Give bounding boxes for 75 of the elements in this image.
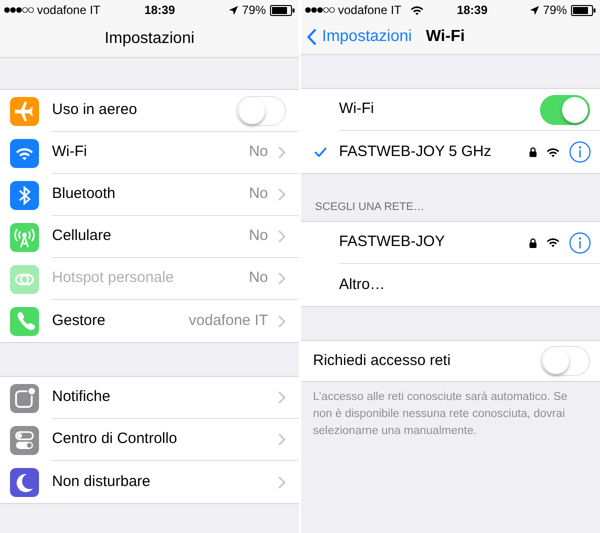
wifi-signal-icon	[546, 146, 560, 158]
network-name: FASTWEB-JOY	[339, 232, 445, 252]
notification-icon	[10, 384, 39, 412]
settings-row[interactable]: Notifiche	[52, 377, 299, 419]
toggle-switch[interactable]	[540, 346, 590, 376]
chevron-icon	[278, 272, 286, 285]
battery-icon	[270, 4, 295, 16]
wifi-icon	[410, 4, 424, 16]
row-label: Cellulare	[52, 226, 112, 246]
checkmark-icon	[314, 147, 326, 157]
carrier-name: vodafone IT	[338, 2, 402, 19]
location-icon	[228, 6, 238, 14]
settings-row[interactable]: Non disturbare	[52, 461, 299, 503]
network-name: FASTWEB-JOY 5 GHz	[339, 142, 492, 162]
battery-icon	[570, 4, 596, 16]
switches-icon	[10, 426, 39, 454]
section-header: SCEGLI UNA RETE…	[315, 200, 424, 214]
settings-row[interactable]: Gestore vodafone IT	[52, 300, 299, 342]
network-row[interactable]: FASTWEB-JOY	[301, 222, 600, 264]
chevron-icon	[278, 230, 286, 243]
clock-time: 18:39	[456, 2, 488, 19]
chevron-icon	[278, 391, 286, 404]
info-button[interactable]	[569, 232, 591, 254]
settings-row[interactable]: Cellulare No	[52, 216, 299, 258]
chevron-icon	[278, 433, 286, 446]
row-value: No	[248, 142, 268, 162]
screen-title: Wi-Fi	[426, 27, 465, 47]
row-label: Centro di Controllo	[52, 429, 178, 450]
carrier-name: vodafone IT	[37, 2, 100, 19]
row-label: Non disturbare	[52, 472, 150, 492]
row-label: Notifiche	[52, 387, 110, 408]
chevron-icon	[278, 188, 286, 201]
row-label: Gestore	[52, 310, 106, 331]
row-label: Wi-Fi	[52, 142, 87, 162]
settings-row[interactable]: Bluetooth No	[52, 174, 299, 216]
location-icon	[530, 6, 539, 14]
screen-title: Impostazioni	[104, 28, 194, 48]
lock-icon	[529, 238, 537, 248]
settings-row[interactable]: Centro di Controllo	[52, 419, 299, 461]
chevron-icon	[278, 314, 286, 328]
row-label: Richiedi accesso reti	[313, 350, 451, 371]
airplane-icon	[10, 96, 39, 126]
antenna-icon	[10, 222, 39, 252]
info-button[interactable]	[569, 141, 591, 163]
clock-time: 18:39	[144, 2, 176, 19]
wifi-signal-icon	[546, 237, 560, 248]
row-value: No	[248, 184, 268, 204]
row-label: Wi-Fi	[339, 99, 374, 120]
battery-percent: 79%	[542, 2, 567, 19]
bluetooth-icon	[10, 180, 39, 210]
footer-note: L’accesso alle reti conosciute sarà automatico. Se non è disponibile nessuna rete conosciuta, dovrai selezionarne una manualmente.	[312, 390, 568, 439]
chevron-icon	[278, 146, 286, 159]
row-label: Uso in aereo	[52, 100, 138, 120]
settings-row[interactable]: Uso in aereo	[52, 90, 299, 132]
row-value: No	[248, 268, 268, 288]
row-value: No	[248, 226, 268, 246]
phone-icon	[10, 306, 39, 336]
row-label: Bluetooth	[52, 184, 116, 204]
lock-icon	[529, 147, 537, 157]
back-button[interactable]: Impostazioni	[307, 25, 412, 49]
row-label: Hotspot personale	[52, 268, 174, 288]
battery-percent: 79%	[242, 2, 266, 19]
moon-icon	[10, 468, 39, 496]
chevron-icon	[278, 476, 286, 488]
signal-icon	[4, 7, 34, 13]
other-network-link[interactable]: Altro…	[339, 274, 385, 296]
settings-row[interactable]: Wi-Fi No	[52, 132, 299, 174]
signal-icon	[305, 7, 335, 13]
network-row[interactable]: FASTWEB-JOY 5 GHz	[301, 131, 600, 173]
row-value: vodafone IT	[188, 310, 268, 331]
toggle-switch[interactable]	[236, 96, 286, 126]
wifi-icon	[10, 138, 39, 168]
back-chevron-icon	[307, 28, 317, 46]
chain-link-icon	[10, 264, 39, 294]
toggle-switch[interactable]	[540, 94, 590, 124]
